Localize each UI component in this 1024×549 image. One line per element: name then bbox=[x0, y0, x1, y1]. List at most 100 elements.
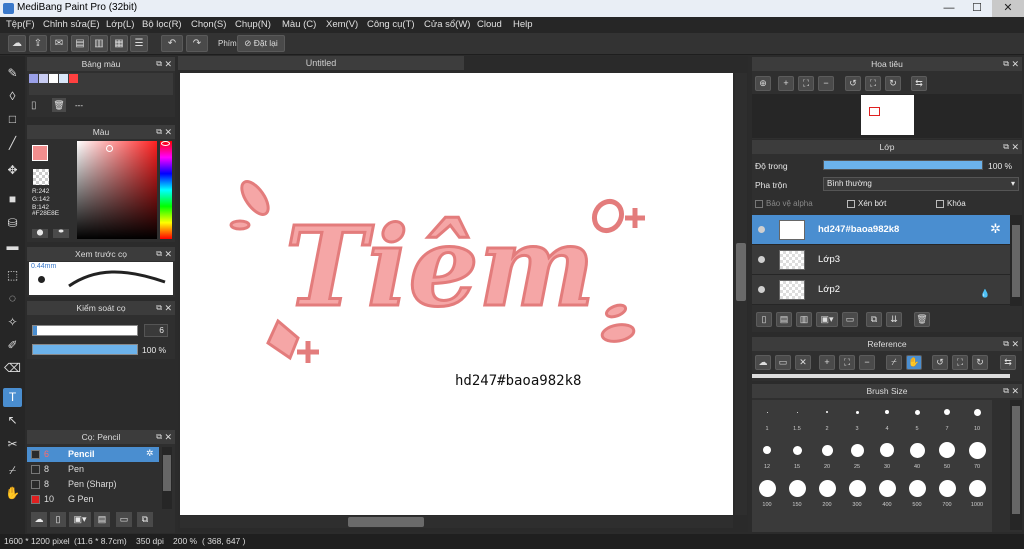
operation-tool-icon[interactable]: ↖ bbox=[3, 411, 22, 430]
hand-tool-icon[interactable]: ✋ bbox=[3, 484, 22, 503]
menu-view[interactable]: Xem(V) bbox=[326, 19, 358, 30]
drawing-canvas[interactable]: Tiêm hd247#baoa982k8 bbox=[180, 73, 733, 515]
actual-size-icon[interactable]: ⛶ bbox=[865, 76, 881, 91]
undo-icon[interactable]: ↶ bbox=[161, 35, 183, 52]
eraser-tool-icon[interactable]: ◊ bbox=[3, 87, 22, 106]
menu-color[interactable]: Màu (C) bbox=[282, 19, 316, 30]
brush-size-option[interactable] bbox=[909, 442, 925, 458]
popout-icon[interactable]: ⧉ bbox=[1003, 140, 1009, 154]
brush-size-option[interactable] bbox=[939, 442, 955, 458]
brush-size-option[interactable] bbox=[973, 408, 981, 416]
zoom-out-icon[interactable]: − bbox=[859, 355, 875, 370]
gear-icon[interactable]: ✲ bbox=[990, 221, 1001, 237]
brush-size-option[interactable] bbox=[944, 409, 950, 415]
lock-checkbox[interactable]: Khóa bbox=[936, 199, 966, 208]
reset-button[interactable]: ⊘ Đặt lại bbox=[237, 35, 285, 52]
fill-rect-tool-icon[interactable]: ■ bbox=[3, 190, 22, 209]
close-icon[interactable]: ✕ bbox=[1011, 140, 1019, 154]
brush-size-option[interactable] bbox=[792, 445, 802, 455]
comment-icon[interactable]: ✉ bbox=[50, 35, 68, 52]
popout-icon[interactable]: ⧉ bbox=[156, 125, 162, 139]
trash-icon[interactable]: 🗑 bbox=[52, 98, 66, 112]
hue-slider[interactable] bbox=[160, 141, 172, 239]
brush-size-option[interactable] bbox=[766, 411, 768, 413]
brush-list-scrollbar[interactable] bbox=[162, 447, 172, 509]
gear-icon[interactable]: ✲ bbox=[146, 448, 154, 459]
brush-size-value[interactable]: 6 bbox=[144, 324, 168, 337]
menu-layer[interactable]: Lớp(L) bbox=[106, 19, 134, 30]
popout-icon[interactable]: ⧉ bbox=[156, 430, 162, 444]
horizontal-scrollbar[interactable] bbox=[180, 516, 733, 528]
eyedropper-icon[interactable]: ⌿ bbox=[3, 461, 22, 480]
folder-icon[interactable]: ▭ bbox=[842, 312, 858, 327]
popout-icon[interactable]: ⧉ bbox=[1003, 57, 1009, 71]
brush-size-option[interactable] bbox=[758, 479, 776, 497]
brush-size-option[interactable] bbox=[763, 446, 771, 454]
layer-item[interactable]: hd247#baoa982k8 ✲ bbox=[752, 215, 1010, 245]
swatch-3[interactable] bbox=[49, 74, 58, 83]
scroll-thumb[interactable] bbox=[348, 517, 424, 527]
close-icon[interactable]: ✕ bbox=[164, 301, 172, 315]
zoom-in-icon[interactable]: + bbox=[819, 355, 835, 370]
brush-size-option[interactable] bbox=[908, 479, 926, 497]
swatch-1[interactable] bbox=[29, 74, 38, 83]
hue-handle[interactable] bbox=[161, 141, 170, 146]
brush-tool-icon[interactable]: ✎ bbox=[3, 64, 22, 83]
hand-icon[interactable]: ✋ bbox=[906, 355, 922, 370]
brush-size-option[interactable] bbox=[968, 441, 986, 459]
cloud-brush-icon[interactable]: ☁ bbox=[31, 512, 47, 527]
close-ref-icon[interactable]: ✕ bbox=[795, 355, 811, 370]
merge-icon[interactable]: ⇊ bbox=[886, 312, 902, 327]
rotate-right-icon[interactable]: ↻ bbox=[972, 355, 988, 370]
close-icon[interactable]: ✕ bbox=[1011, 384, 1019, 398]
list-icon[interactable]: ☰ bbox=[130, 35, 148, 52]
zoom-in-icon[interactable]: + bbox=[778, 76, 794, 91]
brush-size-option[interactable] bbox=[821, 444, 833, 456]
brush-size-option[interactable] bbox=[848, 479, 866, 497]
protect-alpha-checkbox[interactable]: Bảo vệ alpha bbox=[755, 199, 813, 208]
open-folder-icon[interactable]: ▭ bbox=[775, 355, 791, 370]
document-tab[interactable]: Untitled bbox=[178, 56, 464, 70]
document-icon[interactable]: ▤ bbox=[71, 35, 89, 52]
rotate-left-icon[interactable]: ↺ bbox=[845, 76, 861, 91]
brush-item[interactable]: 8 Pen bbox=[27, 462, 159, 477]
transparent-swatch[interactable] bbox=[33, 169, 49, 185]
brush-item[interactable]: 6 Pencil ✲ bbox=[27, 447, 159, 462]
brush-size-option[interactable] bbox=[796, 411, 798, 413]
close-icon[interactable]: ✕ bbox=[164, 430, 172, 444]
swatch-5[interactable] bbox=[69, 74, 78, 83]
select-eraser-icon[interactable]: ⌫ bbox=[3, 359, 22, 378]
vertical-scrollbar[interactable] bbox=[735, 73, 747, 515]
brush-size-option[interactable] bbox=[850, 443, 864, 457]
navigator-thumbnail[interactable] bbox=[861, 95, 914, 135]
select-pen-icon[interactable]: ✐ bbox=[3, 336, 22, 355]
cloud-icon[interactable]: ☁ bbox=[8, 35, 26, 52]
actual-size-icon[interactable]: ⛶ bbox=[952, 355, 968, 370]
flip-icon[interactable]: ⇆ bbox=[911, 76, 927, 91]
menu-snap[interactable]: Chụp(N) bbox=[235, 19, 271, 30]
menu-tools[interactable]: Công cụ(T) bbox=[367, 19, 415, 30]
popout-icon[interactable]: ⧉ bbox=[156, 247, 162, 261]
new-8bit-layer-icon[interactable]: ▥ bbox=[796, 312, 812, 327]
scroll-thumb[interactable] bbox=[1012, 225, 1020, 297]
close-window-button[interactable]: ✕ bbox=[992, 0, 1024, 17]
brush-size-option[interactable] bbox=[914, 409, 920, 415]
popout-icon[interactable]: ⧉ bbox=[156, 301, 162, 315]
redo-icon[interactable]: ↷ bbox=[186, 35, 208, 52]
lasso-tool-icon[interactable]: ◌ bbox=[3, 289, 22, 308]
rotate-right-icon[interactable]: ↻ bbox=[885, 76, 901, 91]
brush-item[interactable]: 8 Pen (Sharp) bbox=[27, 477, 159, 492]
color-link-icon[interactable]: ⬬ bbox=[53, 229, 69, 238]
add-layer-dropdown[interactable]: ▣▾ bbox=[816, 312, 838, 327]
magic-wand-icon[interactable]: ✧ bbox=[3, 313, 22, 332]
new-palette-icon[interactable]: ▯ bbox=[31, 100, 37, 111]
new-brush-icon[interactable]: ▯ bbox=[50, 512, 66, 527]
blend-mode-select[interactable]: Bình thường ▾ bbox=[823, 177, 1019, 191]
flip-icon[interactable]: ⇆ bbox=[1000, 355, 1016, 370]
saturation-value-picker[interactable] bbox=[77, 141, 157, 239]
popout-icon[interactable]: ⧉ bbox=[156, 57, 162, 71]
bucket-tool-icon[interactable]: ⛁ bbox=[3, 214, 22, 233]
duplicate-icon[interactable]: ⧉ bbox=[866, 312, 882, 327]
color-mode-icon[interactable]: ⬤ bbox=[32, 229, 48, 238]
menu-help[interactable]: Help bbox=[513, 19, 533, 30]
